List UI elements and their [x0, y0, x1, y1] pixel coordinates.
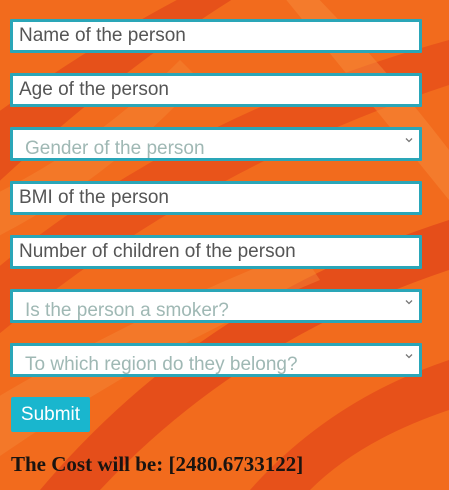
prediction-result: The Cost will be: [2480.6733122]: [11, 452, 304, 476]
smoker-select-value[interactable]: Is the person a smoker?: [10, 289, 422, 323]
age-field[interactable]: [10, 73, 422, 107]
submit-button[interactable]: Submit: [11, 397, 90, 432]
name-field[interactable]: [10, 19, 422, 53]
children-field[interactable]: [10, 235, 422, 269]
gender-select[interactable]: Gender of the person: [10, 127, 422, 161]
chevron-down-icon: [405, 138, 413, 143]
region-select-value[interactable]: To which region do they belong?: [10, 343, 422, 377]
smoker-select[interactable]: Is the person a smoker?: [10, 289, 422, 323]
region-select[interactable]: To which region do they belong?: [10, 343, 422, 377]
insurance-cost-form: Gender of the person Is the person a smo…: [10, 19, 422, 397]
bmi-field[interactable]: [10, 181, 422, 215]
gender-select-value[interactable]: Gender of the person: [10, 127, 422, 161]
chevron-down-icon: [405, 300, 413, 305]
chevron-down-icon: [405, 354, 413, 359]
